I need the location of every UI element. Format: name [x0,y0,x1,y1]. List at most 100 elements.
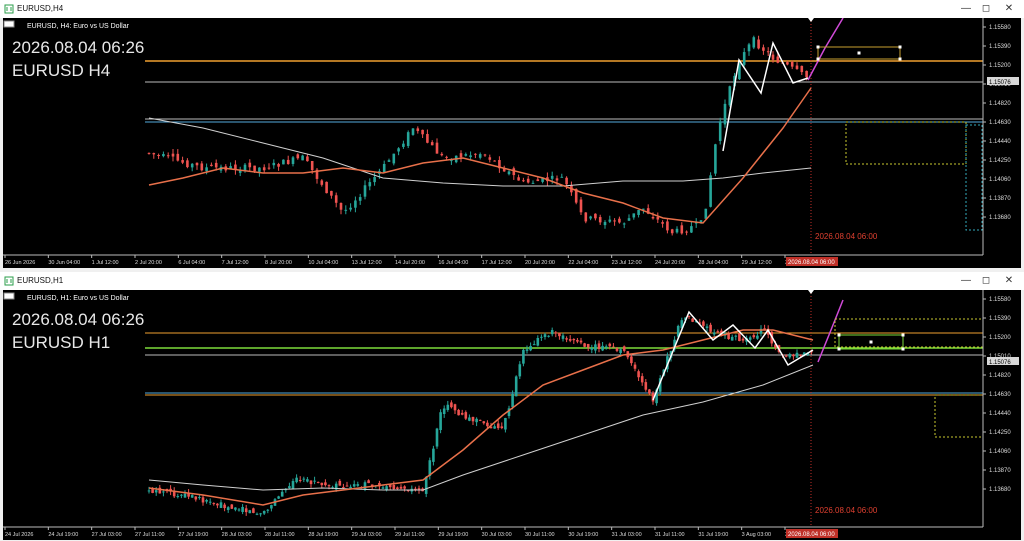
time-tick-label: 23 Jul 12:00 [612,260,642,266]
candle-body [453,404,457,411]
close-button[interactable]: ✕ [998,2,1020,16]
time-tick-label: 8 Jul 20:00 [265,260,292,266]
chart-icon [4,276,14,286]
overlay-symbol: EURUSD H4 [12,61,110,80]
chart-window-h4[interactable]: EURUSD,H4 — ◻ ✕ EURUSD, H4: Euro vs US D… [0,0,1024,269]
candle-body [339,202,343,210]
candle-body [532,344,536,346]
candle-body [540,336,543,338]
candle-body [154,490,158,493]
chart-area[interactable]: EURUSD, H4: Euro vs US Dollar 2026.08.04… [3,18,1021,268]
candle-body [702,321,705,326]
price-axis[interactable]: 1.155801.153901.152001.150101.148201.146… [982,290,1011,527]
candle-body [632,213,636,218]
candle-body [656,217,660,220]
time-tick-label: 10 Jul 04:00 [308,260,338,266]
chart-window-h1[interactable]: EURUSD,H1 — ◻ ✕ EURUSD, H1: Euro vs US D… [0,272,1024,541]
candle-body [253,165,256,172]
zigzag-line [722,40,809,152]
candle-body [248,510,252,514]
candle-body [325,181,328,194]
time-tick-label: 14 Jul 20:00 [395,260,425,266]
candle-body [226,507,230,510]
candle-body [469,155,472,158]
time-marker: 2026.08.04 06:00 [788,260,835,266]
minimize-button[interactable]: — [955,274,977,288]
price-tick-label: 1.14250 [989,158,1011,164]
candle-body [514,376,518,397]
symbol-flag-icon [3,20,15,28]
candle-body [171,153,175,157]
candle-body [259,513,262,515]
time-tick-label: 31 Jul 19:00 [698,532,728,538]
candle-body [368,182,372,187]
time-tick-label: 30 Jun 04:00 [48,260,80,266]
candle-body [594,344,597,351]
price-axis[interactable]: 1.155801.153901.152001.150101.148201.146… [982,18,1011,255]
price-tick-label: 1.14630 [989,392,1011,398]
candle-body [627,218,631,221]
close-button[interactable]: ✕ [998,274,1020,288]
time-tick-label: 24 Jul 19:00 [48,532,78,538]
candle-body [392,153,396,164]
time-tick-label: 22 Jul 04:00 [568,260,598,266]
candle-body [457,409,460,416]
candle-body [352,484,356,487]
candle-body [244,508,248,513]
chart-area[interactable]: EURUSD, H1: Euro vs US Dollar 2026.08.04… [3,290,1021,540]
window-titlebar[interactable]: EURUSD,H4 — ◻ ✕ [0,0,1024,18]
candle-body [776,56,780,63]
candle-body [302,478,306,480]
candle-body [482,421,486,424]
price-chart[interactable]: EURUSD, H4: Euro vs US Dollar 2026.08.04… [3,18,1021,268]
candle-body [475,418,478,423]
candle-body [402,143,405,147]
maximize-button[interactable]: ◻ [975,2,997,16]
candle-body [442,408,446,414]
time-tick-label: 31 Jul 11:00 [655,532,685,538]
time-tick-label: 31 Jul 03:00 [612,532,642,538]
candle-body [234,507,237,510]
candle-body [152,153,156,155]
price-tick-label: 1.13870 [989,468,1011,474]
candle-body [396,487,399,489]
candle-body [690,226,693,233]
vline-label: 2026.08.04 06:00 [815,506,878,515]
candle-body [181,160,184,163]
window-titlebar[interactable]: EURUSD,H1 — ◻ ✕ [0,272,1024,290]
time-tick-label: 16 Jul 04:00 [438,260,468,266]
price-tick-label: 1.14820 [989,101,1011,107]
price-chart[interactable]: EURUSD, H1: Euro vs US Dollar 2026.08.04… [3,290,1021,540]
time-tick-label: 29 Jul 03:00 [352,532,382,538]
candle-body [296,154,300,159]
candle-body [252,508,255,513]
candle-body [310,161,314,171]
overlay-symbol: EURUSD H1 [12,333,110,352]
candle-body [685,231,688,233]
candle-body [237,509,241,511]
candle-body [483,154,487,156]
target-handle [898,45,902,49]
candle-body [363,185,367,197]
candle-body [445,156,448,158]
symbol-flag-icon [3,292,15,300]
candle-body [210,164,213,167]
overlay-time: 2026.08.04 06:26 [12,38,144,57]
candle-body [511,393,514,407]
time-tick-label: 20 Jul 20:00 [525,260,555,266]
candle-body [266,509,270,511]
candle-body [147,152,151,154]
candle-body [363,482,367,490]
candle-body [675,228,679,233]
plot-layer [145,18,983,255]
candle-body [180,494,183,496]
minimize-button[interactable]: — [955,2,977,16]
price-tick-label: 1.15390 [989,44,1011,50]
candle-body [597,343,601,349]
candle-body [752,37,756,48]
maximize-button[interactable]: ◻ [975,274,997,288]
candle-body [397,148,400,152]
target-handle [869,340,873,344]
candle-body [439,412,442,431]
candle-body [241,506,244,512]
